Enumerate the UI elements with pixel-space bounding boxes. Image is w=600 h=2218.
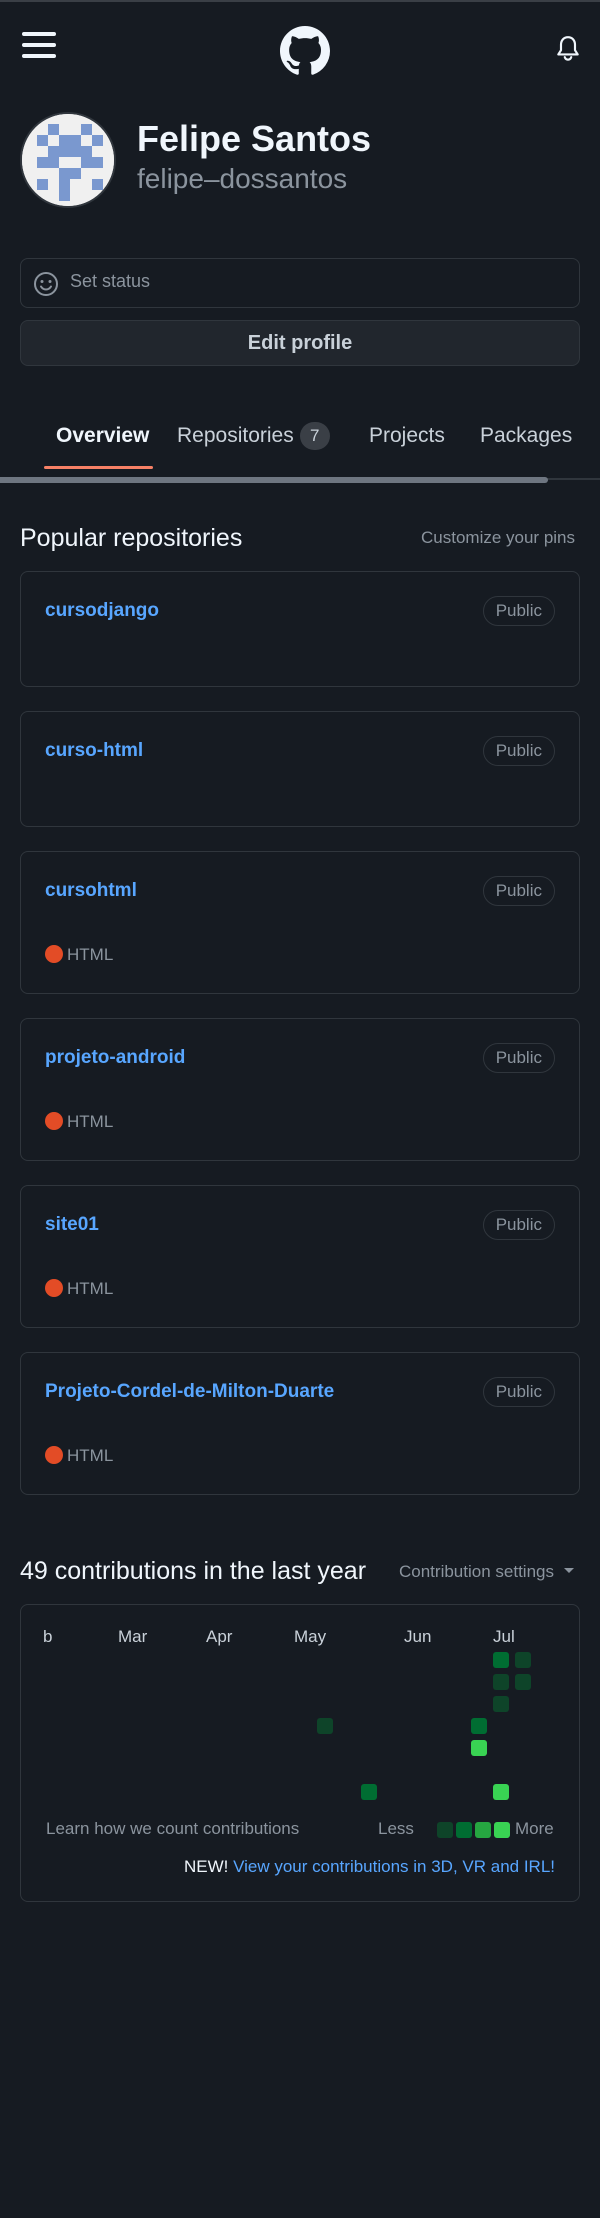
repo-language-label: HTML [67, 945, 114, 964]
repo-language-label: HTML [67, 1112, 114, 1131]
smiley-icon [34, 272, 58, 296]
visibility-badge: Public [482, 736, 555, 766]
tab-repositories[interactable]: Repositories 7 [177, 422, 330, 450]
hamburger-menu-icon[interactable] [22, 32, 56, 60]
repo-language: HTML [45, 1279, 113, 1299]
contribution-cell[interactable] [471, 1740, 487, 1756]
tab-projects-label: Projects [369, 424, 445, 447]
profile-username: felipe–dossantos [137, 163, 348, 194]
month-label: May [294, 1627, 327, 1646]
tab-overview-label: Overview [56, 424, 150, 447]
month-label: Jul [493, 1627, 515, 1646]
active-tab-indicator [44, 466, 153, 469]
repo-card: curso-html Public [20, 711, 580, 827]
repo-link[interactable]: Projeto-Cordel-de-Milton-Duarte [45, 1381, 334, 1403]
repo-language: HTML [45, 945, 113, 965]
visibility-badge: Public [482, 1377, 555, 1407]
language-color-dot [45, 1446, 63, 1464]
popular-repositories-heading: Popular repositories [20, 524, 243, 552]
language-color-dot [45, 945, 63, 963]
contribution-cell[interactable] [471, 1718, 487, 1734]
contribution-cell[interactable] [493, 1652, 509, 1668]
set-status-button[interactable]: Set status [20, 258, 580, 308]
visibility-badge: Public [482, 876, 555, 906]
new-feature-notice: NEW! View your contributions in 3D, VR a… [184, 1857, 555, 1877]
repo-link[interactable]: cursohtml [45, 880, 137, 902]
avatar[interactable] [20, 112, 116, 208]
month-label: Jun [404, 1627, 432, 1646]
month-label: Apr [206, 1627, 233, 1646]
tab-overview[interactable]: Overview [56, 424, 149, 448]
customize-pins-link[interactable]: Customize your pins [421, 528, 575, 548]
contribution-cell[interactable] [361, 1784, 377, 1800]
tab-repositories-label: Repositories [177, 424, 294, 447]
tab-packages-label: Packages [480, 424, 573, 447]
set-status-label: Set status [70, 271, 151, 291]
visibility-badge: Public [482, 1043, 555, 1073]
tabs-scrollbar[interactable] [0, 477, 548, 483]
new-label: NEW! [183, 1857, 229, 1876]
repo-language-label: HTML [67, 1279, 114, 1298]
legend-cell [456, 1822, 472, 1838]
repo-language: HTML [45, 1112, 113, 1132]
bell-icon[interactable] [555, 34, 581, 62]
language-color-dot [45, 1279, 63, 1297]
repo-card: projeto-android Public HTML [20, 1018, 580, 1161]
view-contributions-3d-link[interactable]: View your contributions in 3D, VR and IR… [233, 1857, 555, 1876]
contribution-cell[interactable] [493, 1674, 509, 1690]
repo-card: cursohtml Public HTML [20, 851, 580, 994]
contribution-cell[interactable] [493, 1784, 509, 1800]
contribution-cell[interactable] [515, 1652, 531, 1668]
repo-card: Projeto-Cordel-de-Milton-Duarte Public H… [20, 1352, 580, 1495]
visibility-badge: Public [482, 596, 555, 626]
contribution-cell[interactable] [317, 1718, 333, 1734]
legend-cell [475, 1822, 491, 1838]
contribution-settings-dropdown[interactable]: Contribution settings [399, 1562, 575, 1582]
profile-display-name: Felipe Santos [137, 118, 372, 159]
repositories-count-badge: 7 [299, 422, 330, 450]
legend-more-label: More [515, 1819, 554, 1838]
caret-down-icon [563, 1568, 574, 1573]
month-label: b [43, 1627, 53, 1646]
repo-link[interactable]: curso-html [45, 740, 143, 762]
contribution-settings-label: Contribution settings [399, 1562, 554, 1581]
contribution-cell[interactable] [493, 1696, 509, 1712]
visibility-badge: Public [482, 1210, 555, 1240]
tab-packages[interactable]: Packages [480, 424, 572, 448]
legend-less-label: Less [378, 1819, 414, 1838]
month-label: Mar [118, 1627, 148, 1646]
edit-profile-button[interactable]: Edit profile [20, 320, 580, 366]
contribution-graph: b Mar Apr May Jun Jul Learn how we count… [20, 1604, 580, 1902]
header [0, 2, 600, 94]
tab-projects[interactable]: Projects [369, 424, 445, 448]
repo-link[interactable]: projeto-android [45, 1047, 185, 1069]
repo-language-label: HTML [67, 1446, 114, 1465]
repo-card: cursodjango Public [20, 571, 580, 687]
repo-link[interactable]: cursodjango [45, 600, 159, 622]
github-octocat-icon[interactable] [280, 26, 330, 76]
contribution-cell[interactable] [515, 1674, 531, 1690]
repo-card: site01 Public HTML [20, 1185, 580, 1328]
contributions-heading: 49 contributions in the last year [20, 1557, 367, 1585]
language-color-dot [45, 1112, 63, 1130]
legend-cell [494, 1822, 510, 1838]
learn-contributions-link[interactable]: Learn how we count contributions [46, 1819, 299, 1839]
repo-language: HTML [45, 1446, 113, 1466]
legend-cell [437, 1822, 453, 1838]
repo-link[interactable]: site01 [45, 1214, 99, 1236]
profile-tabs: Overview Repositories 7 Projects Packages [0, 400, 600, 470]
